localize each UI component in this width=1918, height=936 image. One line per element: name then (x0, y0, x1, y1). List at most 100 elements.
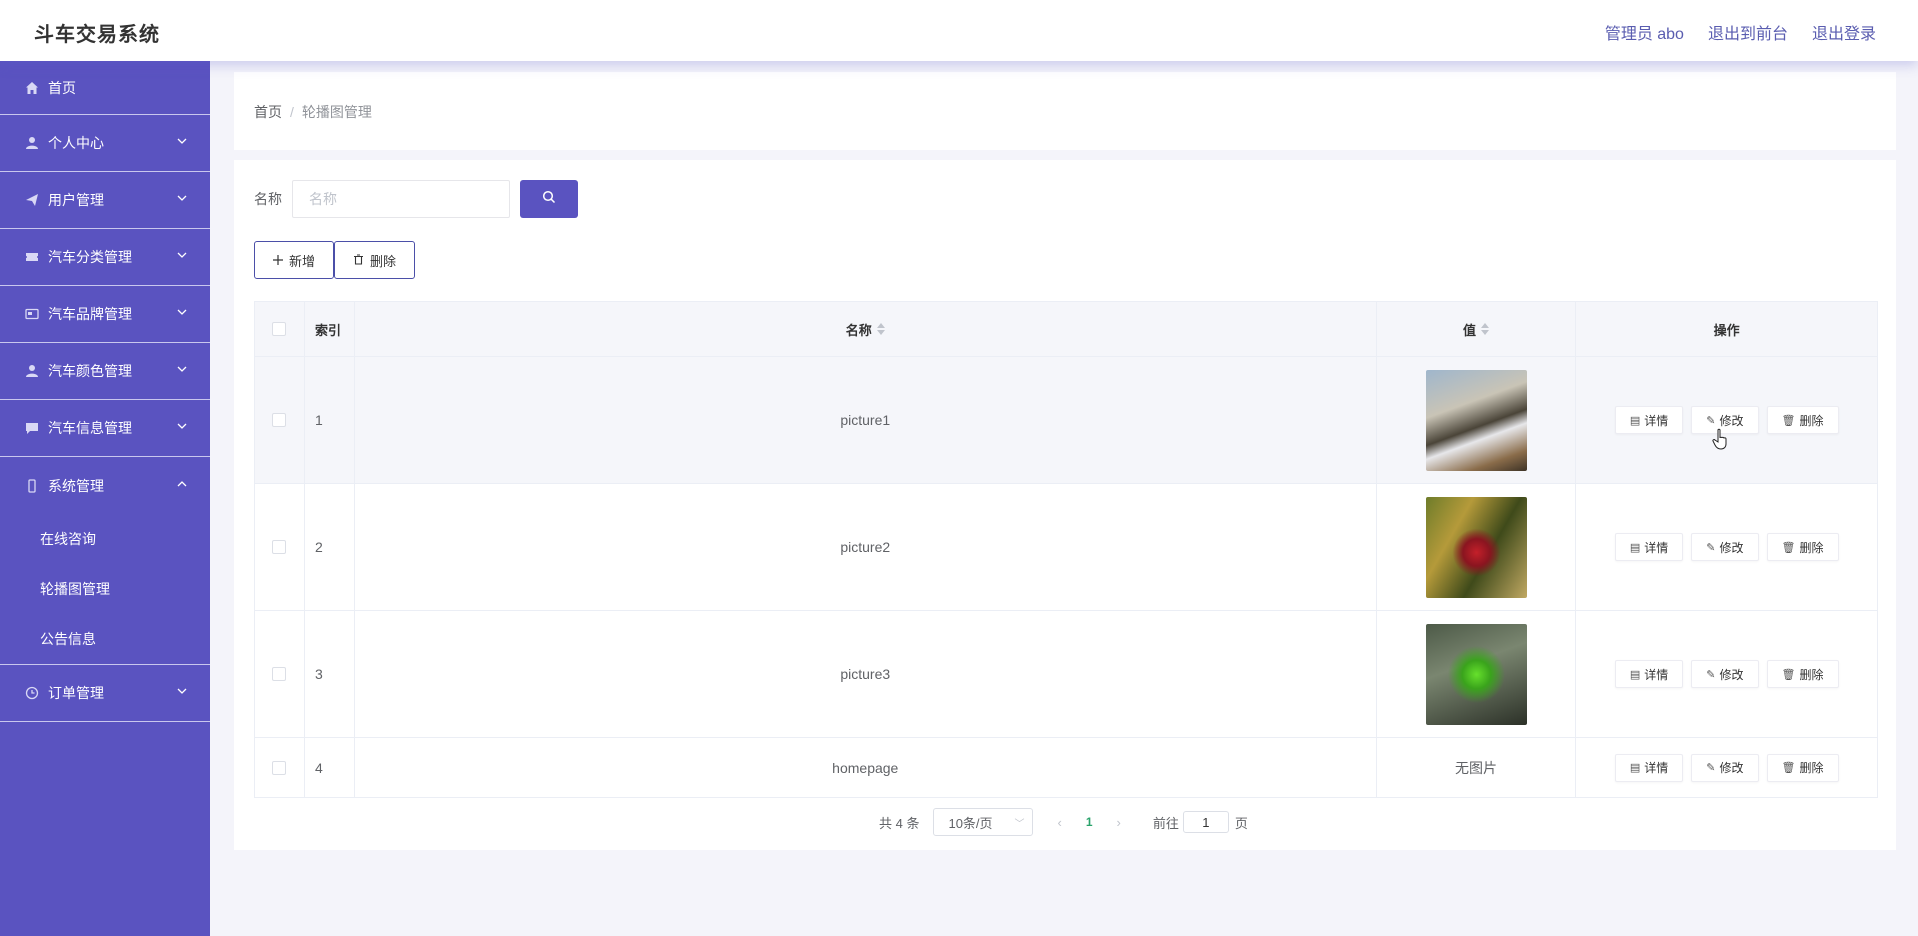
user-icon (24, 135, 40, 151)
logout-link[interactable]: 退出登录 (1812, 20, 1876, 44)
sidebar-item-label: 汽车品牌管理 (48, 306, 132, 322)
detail-label: 详情 (1644, 667, 1669, 682)
no-image-text: 无图片 (1455, 759, 1497, 776)
detail-label: 详情 (1644, 540, 1669, 555)
row-checkbox[interactable] (272, 667, 287, 681)
sidebar-item-label: 汽车颜色管理 (48, 363, 132, 379)
sidebar-item-car-category[interactable]: 汽车分类管理 (0, 229, 210, 286)
row-checkbox[interactable] (272, 540, 287, 554)
carousel-table: 索引 名称 值 操作 1 picture1 ▤ 详情 ✎ 修改 🗑︎ 删除 2 pic… (254, 301, 1878, 798)
header-name[interactable]: 名称 (355, 302, 1377, 356)
breadcrumb-separator: / (290, 104, 294, 120)
home-icon (24, 80, 40, 96)
table-row: 1 picture1 ▤ 详情 ✎ 修改 🗑︎ 删除 (255, 357, 1877, 484)
page-suffix: 页 (1234, 815, 1248, 831)
edit-label: 修改 (1719, 761, 1744, 775)
doc-icon: ▤ (1629, 541, 1641, 554)
select-all-checkbox[interactable] (272, 322, 287, 336)
user-icon (24, 363, 40, 379)
pagination: 共 4 条 10条/页 ﹀ ‹ 1 › 前往 页 (879, 808, 1248, 836)
batch-delete-label: 删除 (370, 253, 397, 269)
send-icon (24, 192, 40, 208)
search-button[interactable] (520, 180, 578, 218)
search-input[interactable] (292, 180, 510, 218)
edit-button[interactable]: ✎ 修改 (1691, 660, 1759, 688)
sidebar-item-car-brand[interactable]: 汽车品牌管理 (0, 286, 210, 343)
row-name: picture2 (355, 484, 1377, 610)
row-checkbox[interactable] (272, 760, 287, 775)
table-row: 3 picture3 ▤ 详情 ✎ 修改 🗑︎ 删除 (255, 611, 1877, 738)
app-title: 斗车交易系统 (34, 24, 160, 46)
hand-cursor-icon (1712, 428, 1732, 452)
header-ops: 操作 (1713, 322, 1740, 338)
edit-icon: ✎ (1706, 414, 1716, 427)
row-check-cell (255, 611, 305, 737)
edit-button[interactable]: ✎ 修改 (1691, 533, 1759, 561)
chevron-down-icon (176, 685, 188, 700)
row-value (1377, 611, 1577, 737)
add-button[interactable]: 新增 (254, 241, 335, 279)
sidebar-item-label: 个人中心 (48, 135, 104, 151)
breadcrumb: 首页 / 轮播图管理 (254, 102, 372, 122)
detail-button[interactable]: ▤ 详情 (1614, 406, 1684, 434)
delete-button[interactable]: 🗑︎ 删除 (1766, 406, 1839, 434)
edit-label: 修改 (1719, 667, 1744, 682)
row-checkbox[interactable] (272, 413, 287, 427)
delete-button[interactable]: 🗑︎ 删除 (1766, 753, 1839, 782)
table-row: 4 homepage 无图片 ▤ 详情 ✎ 修改 🗑︎ 删除 (255, 738, 1877, 797)
to-front-link[interactable]: 退出到前台 (1708, 20, 1788, 44)
delete-label: 删除 (1799, 761, 1824, 775)
sidebar-item-users[interactable]: 用户管理 (0, 172, 210, 229)
breadcrumb-card: 首页 / 轮播图管理 (234, 72, 1896, 150)
page-number[interactable]: 1 (1086, 815, 1093, 829)
delete-label: 删除 (1799, 540, 1824, 555)
search-icon (542, 190, 556, 209)
trash-icon (353, 253, 364, 268)
sort-icon[interactable] (1481, 323, 1489, 335)
sidebar-item-system[interactable]: 系统管理 (0, 457, 210, 514)
sidebar-item-orders[interactable]: 订单管理 (0, 665, 210, 722)
delete-button[interactable]: 🗑︎ 删除 (1766, 660, 1839, 688)
prev-page-button[interactable]: ‹ (1057, 815, 1061, 830)
table-row: 2 picture2 ▤ 详情 ✎ 修改 🗑︎ 删除 (255, 484, 1877, 611)
sort-icon[interactable] (876, 323, 885, 335)
sidebar-item-personal[interactable]: 个人中心 (0, 115, 210, 172)
detail-button[interactable]: ▤ 详情 (1614, 533, 1684, 561)
sidebar-sub-carousel[interactable]: 轮播图管理 (0, 564, 210, 614)
system-submenu: 在线咨询 轮播图管理 公告信息 (0, 514, 210, 665)
sidebar-sub-consult[interactable]: 在线咨询 (0, 514, 210, 564)
row-index: 4 (305, 738, 355, 797)
phone-icon (24, 478, 40, 494)
car-image[interactable] (1425, 623, 1527, 725)
car-image[interactable] (1425, 369, 1527, 471)
next-page-button[interactable]: › (1117, 815, 1121, 830)
add-button-label: 新增 (289, 253, 316, 269)
sidebar-item-home[interactable]: 首页 (0, 61, 210, 115)
row-check-cell (255, 484, 305, 610)
detail-button[interactable]: ▤ 详情 (1614, 753, 1684, 782)
delete-button[interactable]: 🗑︎ 删除 (1766, 533, 1839, 561)
row-ops: ▤ 详情 ✎ 修改 🗑︎ 删除 (1576, 611, 1877, 737)
sidebar-item-car-info[interactable]: 汽车信息管理 (0, 400, 210, 457)
goto-page-input[interactable] (1182, 811, 1229, 833)
edit-button[interactable]: ✎ 修改 (1691, 753, 1759, 782)
header-index: 索引 (305, 302, 355, 356)
edit-label: 修改 (1719, 540, 1744, 555)
chevron-down-icon (176, 420, 188, 435)
header-value[interactable]: 值 (1377, 302, 1577, 356)
trash-icon: 🗑︎ (1781, 414, 1796, 427)
breadcrumb-home[interactable]: 首页 (254, 104, 282, 120)
row-index: 3 (305, 611, 355, 737)
delete-label: 删除 (1799, 413, 1824, 428)
admin-label[interactable]: 管理员 abo (1605, 20, 1684, 44)
page-size-select[interactable]: 10条/页 ﹀ (933, 808, 1034, 836)
row-name: homepage (355, 738, 1377, 797)
breadcrumb-current: 轮播图管理 (301, 104, 372, 120)
car-image[interactable] (1425, 496, 1527, 598)
batch-delete-button[interactable]: 删除 (334, 241, 416, 279)
header-value-label: 值 (1462, 322, 1476, 338)
sidebar-item-car-color[interactable]: 汽车颜色管理 (0, 343, 210, 400)
sidebar-sub-notice[interactable]: 公告信息 (0, 614, 210, 664)
detail-button[interactable]: ▤ 详情 (1614, 660, 1684, 688)
detail-label: 详情 (1644, 761, 1669, 775)
